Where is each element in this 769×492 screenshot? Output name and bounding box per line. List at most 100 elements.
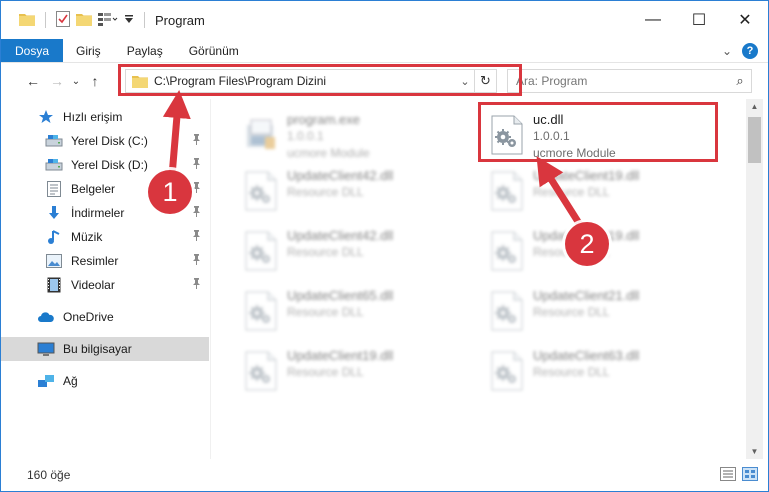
- dll-file-icon: [487, 349, 527, 393]
- refresh-button[interactable]: ↻: [474, 70, 496, 92]
- up-button[interactable]: ↑: [83, 73, 107, 89]
- tab-share[interactable]: Paylaş: [114, 39, 176, 62]
- step-2-badge: 2: [565, 222, 609, 266]
- file-description: ucmore Module: [533, 146, 616, 160]
- file-info: UpdateClient63.dll Resource DLL: [533, 347, 639, 381]
- sidebar-item[interactable]: Yerel Disk (C:): [1, 129, 209, 153]
- toolbar-separator: [144, 12, 145, 28]
- sidebar-item[interactable]: Ağ: [1, 369, 209, 393]
- sidebar-item-label: Ağ: [63, 374, 78, 388]
- vertical-scrollbar[interactable]: ▲ ▼: [746, 99, 763, 459]
- details-view-icon[interactable]: [720, 467, 736, 481]
- forward-button[interactable]: →: [45, 73, 69, 89]
- dll-file-icon: [487, 229, 527, 273]
- file-name: uc.dll: [533, 112, 564, 127]
- scroll-up-icon[interactable]: ▲: [746, 102, 763, 111]
- address-bar[interactable]: C:\Program Files\Program Dizini ⌄ ↻: [125, 69, 497, 93]
- large-icons-view-icon[interactable]: [742, 467, 758, 481]
- scroll-down-icon[interactable]: ▼: [746, 447, 763, 456]
- minimize-button[interactable]: —: [630, 1, 676, 39]
- sidebar-item[interactable]: Hızlı erişim: [1, 105, 209, 129]
- file-detail: 1.0.0.1: [533, 129, 570, 143]
- navigation-pane: Hızlı erişim Yerel Disk (C:) Yerel Disk (D…: [1, 99, 211, 459]
- ribbon-tabs: Dosya Giriş Paylaş Görünüm ⌄ ?: [1, 39, 768, 63]
- file-list: program.exe 1.0.0.1 ucmore Module uc.dll 1.0…: [215, 99, 745, 459]
- close-button[interactable]: ✕: [722, 1, 768, 39]
- window-title: Program: [155, 12, 205, 28]
- sidebar-item[interactable]: Videolar: [1, 273, 209, 297]
- navigation-bar: ← → ⌄ ↑ C:\Program Files\Program Dizini …: [1, 64, 768, 98]
- ribbon-right: ⌄ ?: [722, 39, 768, 62]
- file-name: program.exe: [287, 112, 360, 127]
- computer-icon: [37, 341, 55, 357]
- step-1-badge: 1: [148, 170, 192, 214]
- file-detail: Resource DLL: [287, 305, 364, 319]
- file-description: ucmore Module: [287, 146, 370, 160]
- ribbon-expand-icon[interactable]: ⌄: [722, 44, 732, 58]
- dll-file-icon: [241, 289, 281, 333]
- maximize-button[interactable]: ☐: [676, 1, 722, 39]
- sidebar-item[interactable]: OneDrive: [1, 305, 209, 329]
- file-item[interactable]: UpdateClient42.dll Resource DLL: [237, 223, 469, 279]
- new-folder-icon[interactable]: [76, 12, 92, 29]
- sidebar-item-label: Bu bilgisayar: [63, 342, 132, 356]
- customize-toolbar-icon[interactable]: [124, 14, 134, 27]
- video-icon: [45, 277, 63, 293]
- window-controls: — ☐ ✕: [630, 1, 768, 39]
- file-name: UpdateClient63.dll: [533, 348, 640, 363]
- file-item[interactable]: program.exe 1.0.0.1 ucmore Module: [237, 107, 469, 163]
- search-box[interactable]: ⌕: [507, 69, 752, 93]
- file-item[interactable]: UpdateClient42.dll Resource DLL: [237, 163, 469, 219]
- search-input[interactable]: [516, 74, 729, 88]
- file-name: UpdateClient42.dll: [287, 228, 394, 243]
- help-icon[interactable]: ?: [742, 42, 758, 59]
- scrollbar-thumb[interactable]: [748, 117, 761, 163]
- network-icon: [37, 373, 55, 389]
- sidebar-item[interactable]: Resimler: [1, 249, 209, 273]
- file-info: UpdateClient42.dll Resource DLL: [287, 167, 393, 201]
- back-button[interactable]: ←: [21, 73, 45, 89]
- sidebar-item[interactable]: Bu bilgisayar: [1, 337, 209, 361]
- file-item[interactable]: UpdateClient63.dll Resource DLL: [483, 343, 715, 399]
- view-options-icon[interactable]: [98, 12, 118, 29]
- file-item[interactable]: UpdateClient21.dll Resource DLL: [483, 283, 715, 339]
- download-icon: [45, 205, 63, 221]
- file-detail: Resource DLL: [533, 185, 610, 199]
- search-icon[interactable]: ⌕: [729, 73, 751, 89]
- file-detail: Resource DLL: [533, 305, 610, 319]
- file-name: UpdateClient42.dll: [287, 168, 394, 183]
- sidebar-item-label: OneDrive: [63, 310, 114, 324]
- properties-icon[interactable]: [56, 10, 70, 30]
- drive-icon: [45, 157, 63, 173]
- application-file-icon: [241, 113, 281, 157]
- file-info: UpdateClient19.dll Resource DLL: [533, 167, 639, 201]
- sidebar-item-label: Videolar: [71, 278, 115, 292]
- file-item[interactable]: UpdateClient19.dll Resource DLL: [237, 343, 469, 399]
- music-icon: [45, 229, 63, 245]
- file-detail: Resource DLL: [287, 185, 364, 199]
- file-detail: Resource DLL: [287, 365, 364, 379]
- file-name: UpdateClient19.dll: [287, 348, 394, 363]
- documents-icon: [45, 181, 63, 197]
- pictures-icon: [45, 253, 63, 269]
- dll-file-icon: [241, 349, 281, 393]
- file-item[interactable]: UpdateClient65.dll Resource DLL: [237, 283, 469, 339]
- pin-icon: [192, 278, 201, 292]
- dll-file-icon: [487, 113, 527, 157]
- sidebar-item[interactable]: Müzik: [1, 225, 209, 249]
- sidebar-item-label: Yerel Disk (C:): [71, 134, 148, 148]
- view-switcher: [720, 467, 758, 481]
- sidebar-item-label: Resimler: [71, 254, 119, 268]
- dll-file-icon: [241, 229, 281, 273]
- tab-home[interactable]: Giriş: [63, 39, 114, 62]
- toolbar-separator: [45, 12, 46, 28]
- tab-view[interactable]: Görünüm: [176, 39, 252, 62]
- recent-locations-button[interactable]: ⌄: [69, 76, 83, 87]
- file-item[interactable]: UpdateClient19.dll Resource DLL: [483, 163, 715, 219]
- explorer-window: Program — ☐ ✕ Dosya Giriş Paylaş Görünüm…: [0, 0, 769, 492]
- file-item[interactable]: uc.dll 1.0.0.1 ucmore Module: [483, 107, 715, 163]
- tab-file[interactable]: Dosya: [1, 39, 64, 62]
- address-dropdown-button[interactable]: ⌄: [456, 75, 474, 88]
- address-path[interactable]: C:\Program Files\Program Dizini: [154, 74, 456, 88]
- file-detail: 1.0.0.1: [287, 129, 324, 143]
